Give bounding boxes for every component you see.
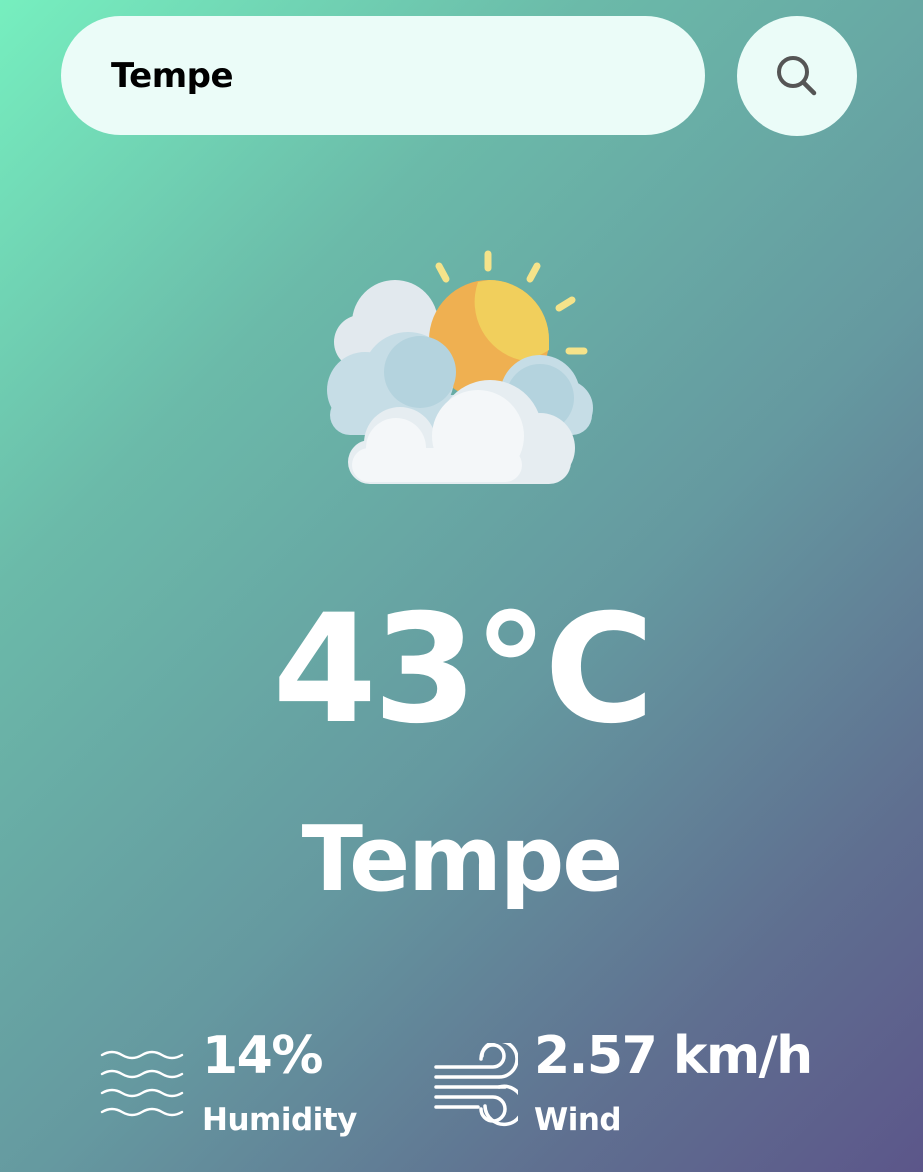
weather-app: 43°C Tempe 14% Humidity 2.57 km/h Wind [0,0,923,1172]
wind-value: 2.57 km/h [534,1026,813,1086]
partly-cloudy-icon [327,250,593,484]
wind-icon [434,1043,518,1127]
search-input[interactable] [111,55,671,96]
humidity-value: 14% [202,1026,323,1086]
search-icon [777,56,817,96]
humidity-label: Humidity [202,1102,357,1138]
search-button[interactable] [737,16,857,136]
search-bar[interactable] [61,16,705,135]
city-name: Tempe [301,807,624,912]
humidity-icon [100,1050,184,1117]
wind-label: Wind [534,1102,622,1138]
temperature: 43°C [272,583,655,757]
